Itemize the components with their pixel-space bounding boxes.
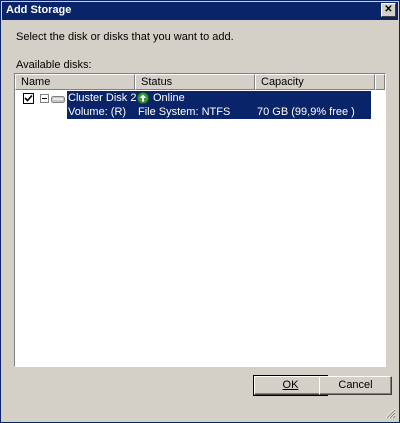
window-title: Add Storage: [6, 4, 72, 16]
file-system: File System: NTFS: [138, 106, 231, 118]
ok-button-label: OK: [282, 379, 299, 391]
ok-button[interactable]: OK: [253, 375, 328, 396]
resize-grip-icon[interactable]: [385, 408, 396, 419]
checkmark-icon: [24, 94, 33, 102]
available-disks-list[interactable]: Name Status Capacity Cluster Disk 2 Onli…: [14, 73, 386, 367]
close-icon: ✕: [384, 4, 393, 15]
disk-status: Online: [153, 92, 185, 104]
disk-name: Cluster Disk 2: [68, 92, 137, 104]
close-button[interactable]: ✕: [381, 3, 396, 17]
volume-label: Volume: (R): [68, 106, 127, 118]
column-header-status[interactable]: Status: [135, 74, 255, 90]
cancel-button[interactable]: Cancel: [319, 376, 392, 395]
disk-icon: [51, 96, 65, 103]
available-disks-label: Available disks:: [16, 59, 92, 71]
instruction-text: Select the disk or disks that you want t…: [16, 31, 234, 43]
add-storage-dialog: Add Storage ✕ Select the disk or disks t…: [0, 0, 400, 423]
cancel-button-label: Cancel: [338, 379, 373, 391]
disk-checkbox[interactable]: [23, 93, 34, 104]
column-header-capacity[interactable]: Capacity: [255, 74, 375, 90]
online-icon: [137, 92, 149, 104]
disk-capacity: 70 GB (99,9% free ): [257, 106, 355, 118]
table-row[interactable]: Volume: (R) File System: NTFS 70 GB (99,…: [67, 105, 371, 119]
table-row[interactable]: Cluster Disk 2 Online: [67, 91, 371, 105]
collapse-toggle[interactable]: [40, 94, 49, 103]
title-bar[interactable]: Add Storage ✕: [2, 2, 398, 20]
column-header-filler: [375, 74, 385, 90]
column-header-name[interactable]: Name: [15, 74, 135, 90]
